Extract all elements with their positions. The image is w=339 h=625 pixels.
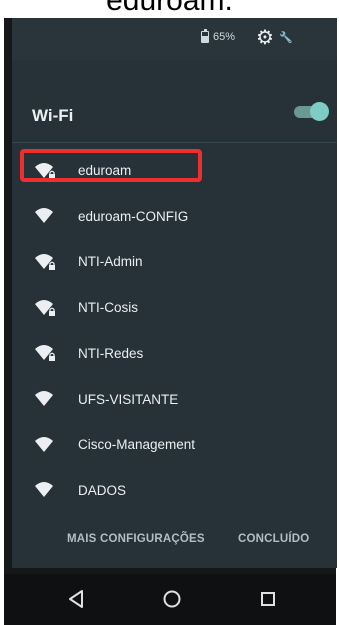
network-name: DADOS bbox=[78, 482, 127, 498]
home-icon[interactable] bbox=[157, 584, 187, 614]
wifi-toggle[interactable] bbox=[292, 102, 329, 121]
battery-indicator: 65% bbox=[201, 29, 236, 43]
network-name: Cisco-Management bbox=[78, 437, 196, 453]
network-name: NTI-Cosis bbox=[78, 300, 138, 316]
wifi-icon bbox=[35, 482, 53, 498]
panel-actions: MAIS CONFIGURAÇÕES CONCLUÍDO bbox=[12, 533, 337, 563]
done-button[interactable]: CONCLUÍDO bbox=[238, 533, 309, 545]
network-row[interactable]: Cisco-Management bbox=[12, 422, 337, 467]
network-row[interactable]: NTI-Redes bbox=[12, 331, 337, 376]
back-icon[interactable] bbox=[62, 584, 92, 614]
wifi-quick-panel: 65% ⚙ 🔧 Wi-Fi eduroam eduroam-CONFIG NTI-A… bbox=[12, 18, 337, 568]
gear-icon[interactable]: ⚙ bbox=[256, 28, 274, 48]
network-row[interactable]: DADOS bbox=[12, 468, 337, 513]
network-name: UFS-VISITANTE bbox=[78, 391, 179, 407]
battery-icon bbox=[201, 29, 209, 43]
wifi-icon bbox=[35, 436, 53, 452]
network-name: NTI-Redes bbox=[78, 345, 144, 361]
network-row[interactable]: UFS-VISITANTE bbox=[12, 377, 337, 422]
toggle-knob bbox=[310, 102, 329, 121]
network-name: NTI-Admin bbox=[78, 254, 143, 270]
phone-screen: 65% ⚙ 🔧 Wi-Fi eduroam eduroam-CONFIG NTI-A… bbox=[4, 18, 337, 625]
network-row[interactable]: eduroam-CONFIG bbox=[12, 194, 337, 239]
divider bbox=[12, 142, 337, 143]
navigation-bar bbox=[4, 574, 336, 625]
wifi-icon bbox=[35, 208, 53, 224]
wifi-icon bbox=[35, 391, 53, 406]
battery-percent: 65% bbox=[213, 31, 236, 43]
caption-text: eduroam. bbox=[106, 0, 233, 17]
network-row[interactable]: NTI-Admin bbox=[12, 239, 337, 284]
network-name: eduroam-CONFIG bbox=[78, 208, 189, 224]
recents-icon[interactable] bbox=[253, 584, 283, 614]
network-row[interactable]: NTI-Cosis bbox=[12, 285, 337, 330]
wifi-locked-icon bbox=[35, 299, 55, 316]
highlight-box bbox=[20, 149, 202, 182]
wifi-title: Wi-Fi bbox=[32, 106, 74, 125]
wrench-icon: 🔧 bbox=[279, 32, 293, 44]
wifi-locked-icon bbox=[35, 253, 55, 270]
status-bar: 65% ⚙ 🔧 bbox=[12, 18, 337, 60]
wifi-locked-icon bbox=[35, 345, 55, 362]
more-settings-button[interactable]: MAIS CONFIGURAÇÕES bbox=[67, 533, 205, 545]
